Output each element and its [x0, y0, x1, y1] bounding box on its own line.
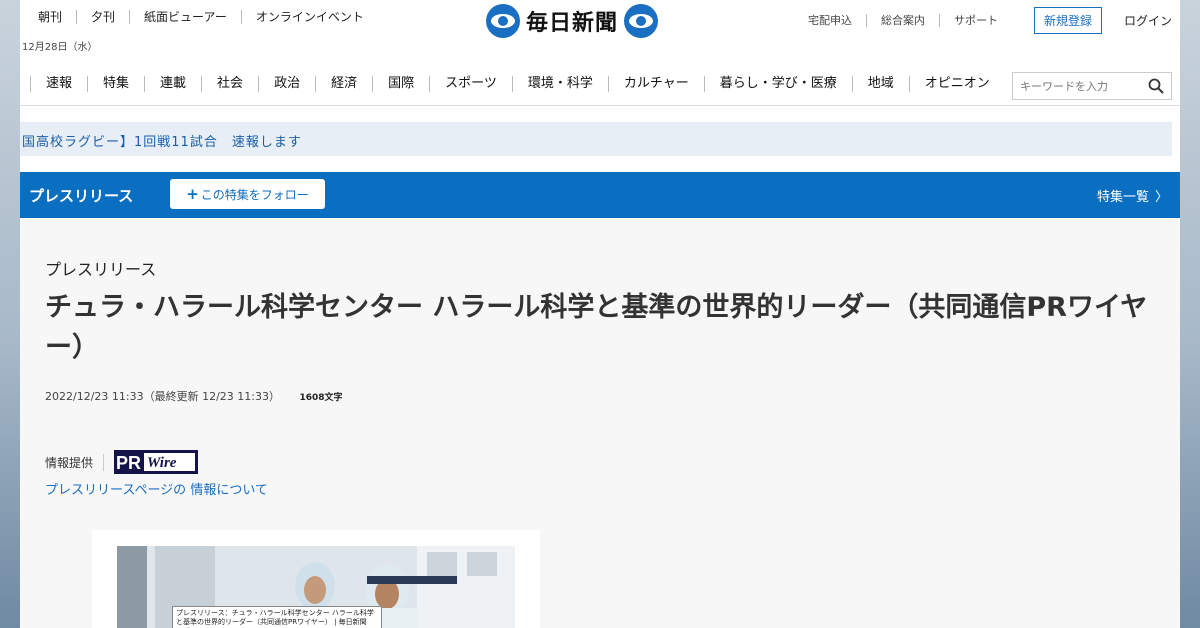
logo-name: 毎日新聞 — [526, 10, 619, 36]
category-item[interactable]: 社会 — [201, 76, 258, 92]
prwire-logo-pr: PR — [116, 453, 141, 473]
right-nav: 宅配申込 総合案内 サポート 新規登録 ログイン — [794, 6, 1180, 34]
prwire-logo[interactable]: PR Wire — [114, 450, 199, 474]
provider-label: 情報提供 — [45, 453, 105, 471]
article-category: プレスリリース — [45, 260, 157, 279]
category-item[interactable]: カルチャー — [607, 76, 704, 92]
feature-bar: プレスリリース + この特集をフォロー 特集一覧 〉 — [20, 172, 1180, 218]
breaking-news-link[interactable]: 国高校ラグビー】1回戦11試合 速報します — [22, 131, 302, 150]
category-item[interactable]: 政治 — [258, 76, 315, 92]
article-photo[interactable]: プレスリリース：チュラ・ハラール科学センター ハラール科学と基準の世界的リーダー… — [117, 546, 515, 628]
current-date: 12月28日（水） — [22, 42, 98, 53]
feature-list-link[interactable]: 特集一覧 〉 — [1097, 186, 1168, 205]
top-nav-viewer[interactable]: 紙面ビューアー — [129, 10, 241, 24]
category-item[interactable]: 速報 — [30, 76, 87, 92]
top-nav-morning[interactable]: 朝刊 — [20, 10, 76, 24]
plus-icon: + — [186, 185, 199, 203]
top-nav: 朝刊 夕刊 紙面ビューアー オンラインイベント — [20, 8, 378, 26]
category-item[interactable]: 連載 — [144, 76, 201, 92]
category-item[interactable]: 特集 — [87, 76, 144, 92]
category-list: 速報 特集 連載 社会 政治 経済 国際 スポーツ 環境・科学 カルチャー 暮ら… — [30, 76, 1005, 92]
right-nav-delivery[interactable]: 宅配申込 — [794, 14, 866, 27]
article-image-card: プレスリリース：チュラ・ハラール科学センター ハラール科学と基準の世界的リーダー… — [92, 530, 540, 628]
top-nav-evening[interactable]: 夕刊 — [76, 10, 129, 24]
category-item[interactable]: 暮らし・学び・医療 — [703, 76, 852, 92]
right-nav-guide[interactable]: 総合案内 — [865, 13, 939, 27]
provider-row: 情報提供 PR Wire — [45, 450, 199, 474]
article-headline: チュラ・ハラール科学センター ハラール科学と基準の世界的リーダー（共同通信PRワ… — [45, 292, 1148, 363]
breaking-news-bar: 国高校ラグビー】1回戦11試合 速報します — [20, 122, 1172, 156]
search-input[interactable] — [1013, 79, 1139, 93]
category-item[interactable]: 国際 — [372, 76, 429, 92]
top-nav-online-event[interactable]: オンラインイベント — [240, 10, 378, 24]
article-meta: 2022/12/23 11:33（最終更新 12/23 11:33） 1608文… — [45, 388, 343, 404]
register-button[interactable]: 新規登録 — [1033, 6, 1102, 34]
feature-title: プレスリリース — [29, 187, 134, 205]
prwire-logo-wire: Wire — [147, 455, 177, 471]
category-item[interactable]: スポーツ — [429, 76, 512, 92]
main-nav: 速報 特集 連載 社会 政治 経済 国際 スポーツ 環境・科学 カルチャー 暮ら… — [20, 70, 1180, 106]
article: プレスリリース チュラ・ハラール科学センター ハラール科学と基準の世界的リーダー… — [20, 218, 1180, 628]
image-caption: プレスリリース：チュラ・ハラール科学センター ハラール科学と基準の世界的リーダー… — [172, 606, 382, 628]
article-char-count: 1608文字 — [299, 393, 343, 403]
page: 朝刊 夕刊 紙面ビューアー オンラインイベント 12月28日（水） 毎日新聞 宅… — [20, 0, 1180, 628]
category-item[interactable]: オピニオン — [908, 76, 1005, 92]
site-logo[interactable]: 毎日新聞 — [486, 3, 666, 39]
category-item[interactable]: 地域 — [851, 76, 909, 92]
category-item[interactable]: 経済 — [315, 76, 372, 92]
article-date: 2022/12/23 11:33（最終更新 12/23 11:33） — [45, 390, 280, 403]
right-nav-support[interactable]: サポート — [938, 13, 1012, 27]
search-box — [1012, 72, 1172, 100]
logo-eye-icon — [486, 4, 520, 38]
login-link[interactable]: ログイン — [1124, 12, 1172, 29]
follow-feature-label: この特集をフォロー — [200, 187, 309, 202]
category-item[interactable]: 環境・科学 — [511, 76, 608, 92]
follow-feature-button[interactable]: + この特集をフォロー — [170, 179, 325, 209]
search-icon[interactable] — [1148, 78, 1164, 94]
chevron-right-icon: 〉 — [1154, 190, 1168, 205]
press-release-about-link[interactable]: プレスリリースページの 情報について — [45, 479, 268, 498]
feature-list-label: 特集一覧 — [1096, 190, 1149, 205]
logo-eye-icon-right — [624, 4, 659, 38]
